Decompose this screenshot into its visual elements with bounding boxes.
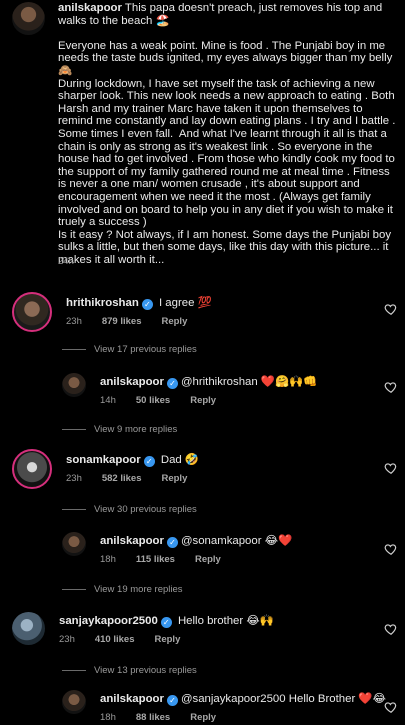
divider <box>62 429 86 430</box>
reply-button[interactable]: Reply <box>195 554 221 565</box>
avatar-anilskapoor[interactable] <box>62 532 86 556</box>
avatar-sanjaykapoor2500[interactable] <box>12 612 45 645</box>
avatar-sonamkapoor[interactable] <box>12 449 52 489</box>
view-replies-label: View 13 previous replies <box>94 665 197 676</box>
comment-likes[interactable]: 410 likes <box>95 634 135 645</box>
comment-time: 23h <box>66 316 82 327</box>
caption-username[interactable]: anilskapoor <box>58 2 122 14</box>
comment-meta: 23h 410 likes Reply <box>59 634 398 645</box>
heart-outline-icon[interactable] <box>384 542 398 556</box>
comment-time: 23h <box>59 634 75 645</box>
view-replies-button[interactable]: View 17 previous replies <box>62 344 197 355</box>
avatar-hrithikroshan[interactable] <box>12 292 52 332</box>
avatar-anilskapoor[interactable] <box>12 2 45 35</box>
verified-badge-icon: ✓ <box>166 378 178 389</box>
comment-likes[interactable]: 582 likes <box>102 473 142 484</box>
reply-button[interactable]: Reply <box>161 473 187 484</box>
comment-sonamkapoor: sonamkapoor ✓ Dad 🤣 23h 582 likes Reply <box>12 449 398 489</box>
mention-link[interactable]: @sonamkapoor <box>181 535 262 547</box>
divider <box>62 349 86 350</box>
reply-button[interactable]: Reply <box>190 395 216 406</box>
comment-time: 18h <box>100 712 116 723</box>
comment-meta: 18h 115 likes Reply <box>100 554 398 565</box>
comment-text: Dad 🤣 <box>157 454 200 466</box>
reply-anilskapoor-hrithik: anilskapoor ✓ @hrithikroshan ❤️🤗🙌👊 14h 50 … <box>62 373 398 406</box>
divider <box>62 509 86 510</box>
comment-text: 😂❤️ <box>261 535 293 547</box>
verified-badge-icon: ✓ <box>166 695 178 706</box>
comment-meta: 18h 88 likes Reply <box>100 712 398 723</box>
comment-username[interactable]: anilskapoor <box>100 376 164 388</box>
view-replies-button[interactable]: View 19 more replies <box>62 584 183 595</box>
heart-outline-icon[interactable] <box>384 302 398 316</box>
comment-line: anilskapoor ✓ @sonamkapoor 😂❤️ <box>100 534 398 548</box>
comment-time: 14h <box>100 395 116 406</box>
comment-text: I agree 💯 <box>155 297 212 309</box>
divider <box>62 670 86 671</box>
comment-text: ❤️🤗🙌👊 <box>257 376 318 388</box>
comment-likes[interactable]: 88 likes <box>136 712 170 723</box>
post-caption: anilskapoor This papa doesn't preach, ju… <box>12 2 398 266</box>
reply-anilskapoor-sonam: anilskapoor ✓ @sonamkapoor 😂❤️ 18h 115 lik… <box>62 532 398 565</box>
heart-outline-icon[interactable] <box>384 700 398 714</box>
caption-body: This papa doesn't preach, just removes h… <box>58 2 396 266</box>
divider <box>62 589 86 590</box>
comment-line: sanjaykapoor2500 ✓ Hello brother 😂🙌 <box>59 614 398 628</box>
comment-likes[interactable]: 115 likes <box>136 554 175 565</box>
view-replies-label: View 30 previous replies <box>94 504 197 515</box>
comment-likes[interactable]: 879 likes <box>102 316 142 327</box>
comment-text: Hello brother 😂🙌 <box>174 615 274 627</box>
comment-likes[interactable]: 50 likes <box>136 395 170 406</box>
reply-button[interactable]: Reply <box>190 712 216 723</box>
comment-text: Hello Brother ❤️😂 <box>285 693 386 705</box>
heart-outline-icon[interactable] <box>384 461 398 475</box>
caption-text: anilskapoor This papa doesn't preach, ju… <box>58 2 398 266</box>
reply-button[interactable]: Reply <box>154 634 180 645</box>
caption-timestamp: 24h <box>58 256 74 267</box>
comment-sanjaykapoor2500: sanjaykapoor2500 ✓ Hello brother 😂🙌 23h 4… <box>12 612 398 645</box>
comment-username[interactable]: anilskapoor <box>100 693 164 705</box>
comment-line: sonamkapoor ✓ Dad 🤣 <box>66 453 398 467</box>
comment-meta: 23h 582 likes Reply <box>66 473 398 484</box>
reply-button[interactable]: Reply <box>161 316 187 327</box>
comment-line: anilskapoor ✓ @hrithikroshan ❤️🤗🙌👊 <box>100 375 398 389</box>
view-replies-label: View 9 more replies <box>94 424 178 435</box>
mention-link[interactable]: @hrithikroshan <box>181 376 258 388</box>
reply-anilskapoor-sanjay: anilskapoor ✓ @sanjaykapoor2500 Hello Brot… <box>62 690 398 723</box>
verified-badge-icon: ✓ <box>166 537 178 548</box>
comment-username[interactable]: sonamkapoor <box>66 454 141 466</box>
comment-time: 18h <box>100 554 116 565</box>
avatar-anilskapoor[interactable] <box>62 373 86 397</box>
verified-badge-icon: ✓ <box>160 617 172 628</box>
mention-link[interactable]: @sanjaykapoor2500 <box>181 693 286 705</box>
view-replies-button[interactable]: View 9 more replies <box>62 424 177 435</box>
comment-meta: 14h 50 likes Reply <box>100 395 398 406</box>
verified-badge-icon: ✓ <box>141 299 153 310</box>
verified-badge-icon: ✓ <box>143 456 155 467</box>
heart-outline-icon[interactable] <box>384 622 398 636</box>
view-replies-label: View 19 more replies <box>94 584 183 595</box>
comment-meta: 23h 879 likes Reply <box>66 316 398 327</box>
comment-hrithikroshan: hrithikroshan ✓ I agree 💯 23h 879 likes R… <box>12 292 398 332</box>
avatar-anilskapoor[interactable] <box>62 690 86 714</box>
comment-username[interactable]: hrithikroshan <box>66 297 139 309</box>
comment-line: hrithikroshan ✓ I agree 💯 <box>66 296 398 310</box>
comment-time: 23h <box>66 473 82 484</box>
view-replies-label: View 17 previous replies <box>94 344 197 355</box>
heart-outline-icon[interactable] <box>384 380 398 394</box>
view-replies-button[interactable]: View 30 previous replies <box>62 504 197 515</box>
view-replies-button[interactable]: View 13 previous replies <box>62 665 197 676</box>
comment-line: anilskapoor ✓ @sanjaykapoor2500 Hello Brot… <box>100 692 398 706</box>
comment-username[interactable]: sanjaykapoor2500 <box>59 615 158 627</box>
comment-username[interactable]: anilskapoor <box>100 535 164 547</box>
